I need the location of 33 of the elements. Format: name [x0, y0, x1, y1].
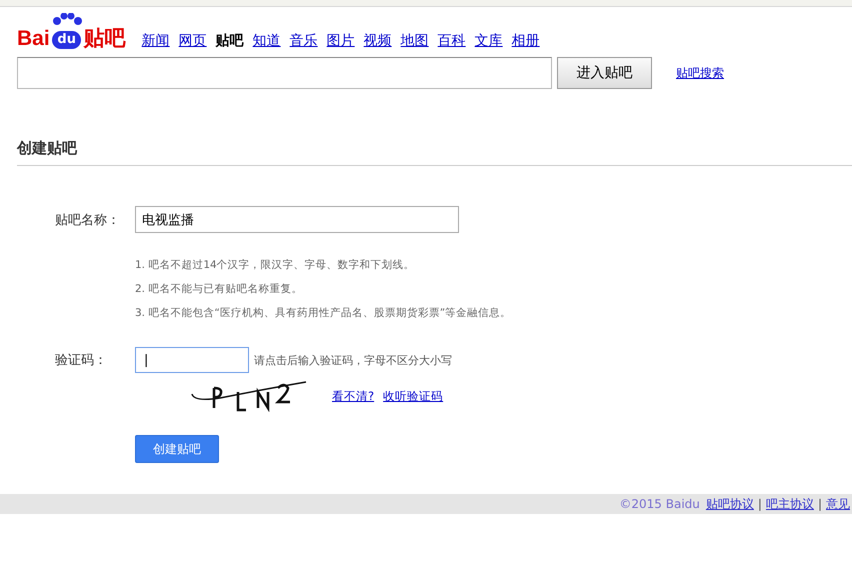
- nav-link[interactable]: 音乐: [290, 31, 318, 51]
- nav-link[interactable]: 地图: [400, 31, 429, 51]
- tieba-search-link[interactable]: 贴吧搜索: [676, 64, 724, 82]
- footer-link[interactable]: 吧主协议: [766, 496, 814, 512]
- rule-text: 2. 吧名不能与已有贴吧名称重复。: [135, 282, 304, 297]
- nav-link[interactable]: 贴吧: [216, 31, 244, 51]
- enter-tieba-button[interactable]: 进入贴吧: [557, 57, 652, 89]
- captcha-hint: 请点击后输入验证码，字母不区分大小写: [254, 352, 452, 368]
- name-label: 贴吧名称：: [55, 212, 121, 228]
- section-title: 创建贴吧: [16, 138, 78, 159]
- nav-link[interactable]: 百科: [438, 31, 466, 51]
- captcha-link[interactable]: 看不清?: [332, 388, 374, 404]
- nav-link[interactable]: 图片: [326, 31, 355, 51]
- create-tieba-button[interactable]: 创建贴吧: [135, 435, 219, 463]
- separator: |: [818, 497, 822, 511]
- captcha-field[interactable]: |: [135, 347, 249, 373]
- nav-link[interactable]: 新闻: [142, 31, 170, 51]
- nav-link[interactable]: 视频: [364, 31, 392, 51]
- rule-text: 1. 吧名不超过14个汉字，限汉字、字母、数字和下划线。: [135, 258, 416, 273]
- tieba-name-field[interactable]: 电视监播: [135, 206, 459, 233]
- nav-link[interactable]: 文库: [474, 31, 503, 51]
- nav-link[interactable]: 相册: [512, 31, 540, 51]
- captcha-link[interactable]: 收听验证码: [383, 388, 444, 404]
- nav-link[interactable]: 网页: [178, 31, 207, 51]
- rule-text: 3. 吧名不能包含“医疗机构、具有药用性产品名、股票期货彩票”等金融信息。: [135, 306, 512, 321]
- separator: |: [758, 497, 762, 511]
- captcha-label: 验证码：: [55, 352, 108, 369]
- baidu-tieba-logo[interactable]: Bai du 贴吧: [17, 11, 126, 51]
- footer-link[interactable]: 意见: [826, 496, 850, 512]
- copyright-text: ©2015 Baidu: [619, 497, 700, 511]
- search-field[interactable]: [17, 57, 552, 89]
- nav-link[interactable]: 知道: [252, 31, 281, 51]
- footer-link[interactable]: 贴吧协议: [706, 496, 754, 512]
